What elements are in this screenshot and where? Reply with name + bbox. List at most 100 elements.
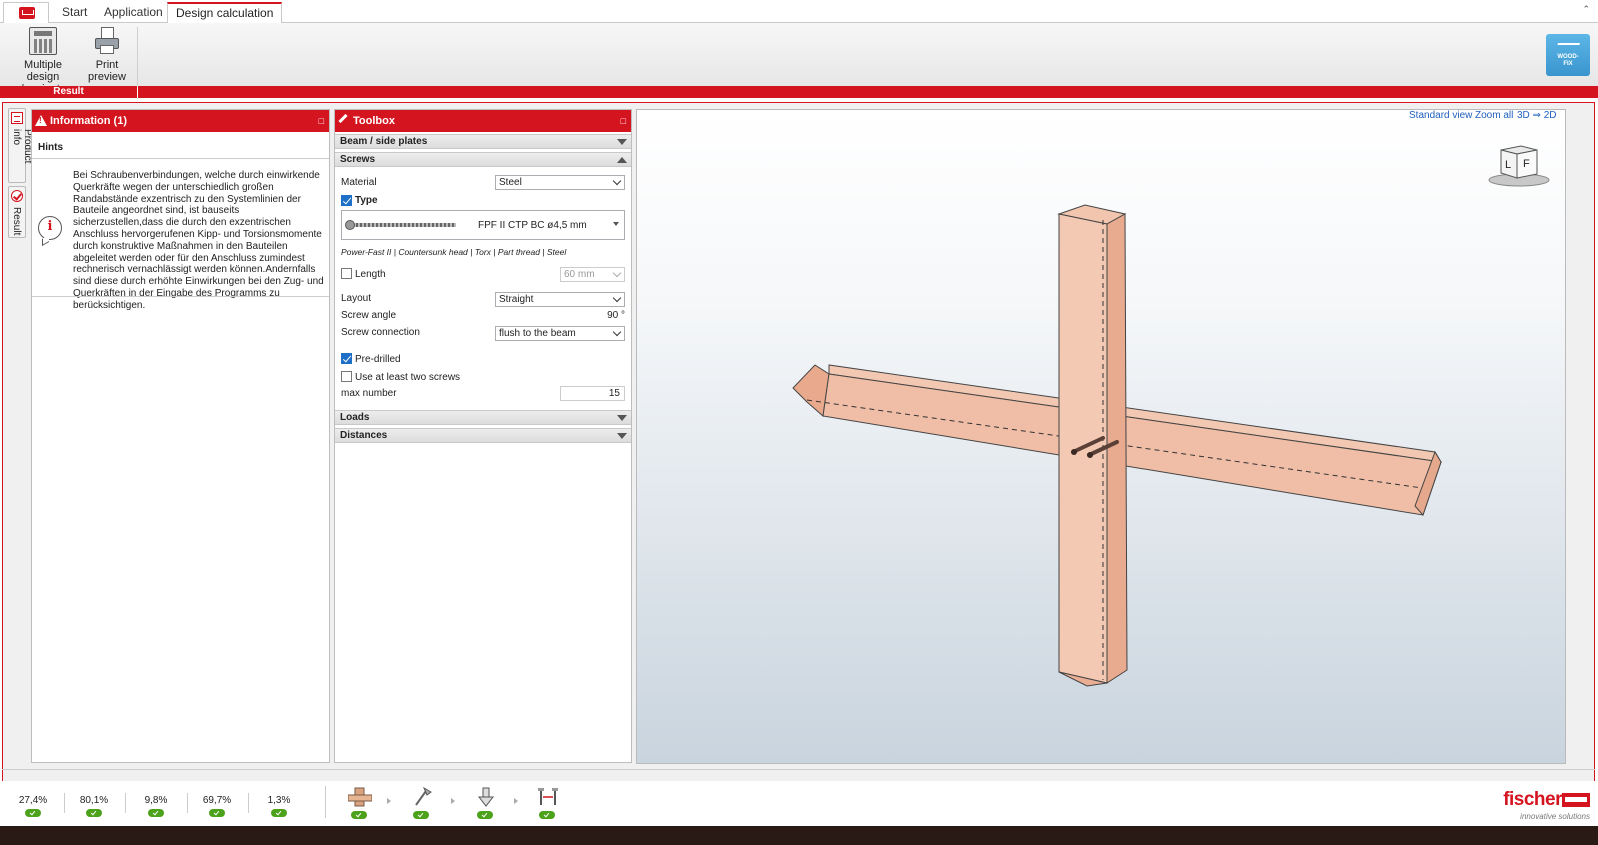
ok-check-icon: [25, 809, 41, 817]
app-menu-icon: [19, 7, 35, 19]
collapse-ribbon-icon[interactable]: ⌃: [1582, 4, 1590, 15]
tab-bar: Start Application Design calculation ⌃: [0, 0, 1598, 24]
screw-type-select[interactable]: FPF II CTP BC ø4,5 mm: [341, 210, 625, 240]
pencil-icon: [338, 113, 348, 124]
utilization-1-value: 27,4%: [18, 795, 48, 806]
utilization-4-value: 69,7%: [202, 795, 232, 806]
pin-icon[interactable]: □: [621, 110, 626, 132]
length-checkbox[interactable]: [341, 268, 352, 279]
type-checkbox[interactable]: [341, 195, 352, 206]
expand-icon: [617, 433, 627, 439]
document-icon: [11, 112, 23, 124]
status-divider: [125, 793, 126, 813]
ok-check-icon: [148, 809, 164, 817]
side-tab-product-info-label: Product info: [11, 129, 33, 164]
status-divider: [248, 793, 249, 813]
section-screws[interactable]: Screws: [335, 152, 631, 167]
side-tab-product-info[interactable]: Product info: [8, 108, 33, 183]
section-distances[interactable]: Distances: [335, 428, 631, 443]
chevron-down-icon: [612, 268, 622, 278]
utilization-3-value: 9,8%: [144, 795, 168, 806]
screw-connection-select[interactable]: flush to the beam: [495, 326, 625, 341]
step-loads[interactable]: [470, 787, 500, 821]
utilization-5[interactable]: 1,3%: [254, 795, 304, 817]
brand-badge-icon: [1562, 793, 1590, 807]
ribbon-group-separator: [137, 86, 138, 98]
length-select[interactable]: 60 mm: [560, 267, 625, 282]
timber-joint-model: [792, 204, 1442, 687]
side-tab-result[interactable]: Result: [8, 186, 26, 238]
caret-down-icon: [613, 222, 619, 226]
tab-start[interactable]: Start: [54, 3, 95, 23]
utilization-4[interactable]: 69,7%: [192, 795, 242, 817]
distances-icon: [538, 788, 558, 805]
tab-design-calculation[interactable]: Design calculation: [167, 2, 283, 24]
step-timber[interactable]: [344, 787, 374, 821]
screw-head-2: [1087, 452, 1093, 458]
section-loads[interactable]: Loads: [335, 410, 631, 425]
ribbon-group-bar: Result: [0, 86, 1598, 98]
utilization-1[interactable]: 27,4%: [8, 795, 58, 817]
brand-tagline: innovative solutions: [1520, 812, 1590, 821]
length-value: 60 mm: [564, 269, 595, 280]
utilization-2[interactable]: 80,1%: [69, 795, 119, 817]
two-screws-checkbox[interactable]: [341, 371, 352, 382]
screw-step-icon: [415, 787, 432, 806]
material-select[interactable]: Steel: [495, 175, 625, 190]
woodfix-label-1: WOOD-: [1557, 54, 1579, 60]
ok-check-icon: [209, 809, 225, 817]
app-menu-button[interactable]: [3, 2, 49, 23]
check-circle-icon: [11, 190, 23, 202]
side-tab-result-label: Result: [11, 207, 22, 236]
layout-value: Straight: [499, 294, 534, 305]
max-number-input[interactable]: 15: [560, 386, 625, 401]
layout-label: Layout: [341, 293, 372, 304]
toolbox-panel: Toolbox □ Beam / side plates Screws Mate…: [334, 109, 632, 763]
chevron-down-icon: [612, 293, 622, 303]
type-label: Type: [355, 195, 378, 206]
step-arrow-icon: [387, 798, 391, 804]
screw-connection-value: flush to the beam: [499, 328, 576, 339]
chevron-down-icon: [612, 327, 622, 337]
hints-title: Hints: [38, 142, 63, 153]
information-panel-header: Information (1) □: [32, 110, 329, 132]
material-label: Material: [341, 177, 377, 188]
expand-icon: [617, 139, 627, 145]
predrilled-label: Pre-drilled: [355, 354, 401, 365]
timber-icon: [348, 787, 372, 807]
post-side-face: [1106, 213, 1128, 684]
length-label: Length: [355, 269, 386, 280]
tab-application[interactable]: Application: [96, 3, 171, 23]
step-screw[interactable]: [406, 787, 436, 821]
print-preview-button[interactable]: Print preview: [86, 27, 128, 83]
step-distances[interactable]: [532, 787, 562, 821]
two-screws-label: Use at least two screws: [355, 372, 461, 383]
screw-angle-value: 90 °: [607, 310, 625, 321]
toolbox-title: Toolbox: [353, 115, 395, 127]
section-distances-label: Distances: [340, 430, 388, 441]
screw-type-value: FPF II CTP BC ø4,5 mm: [478, 220, 587, 231]
ok-check-icon: [413, 811, 429, 819]
woodfix-arrow-icon: [1555, 43, 1581, 49]
multiple-design-button[interactable]: Multiple design / variants: [8, 27, 78, 95]
layout-select[interactable]: Straight: [495, 292, 625, 307]
ok-check-icon: [539, 811, 555, 819]
print-preview-label-1: Print: [95, 59, 119, 71]
predrilled-checkbox[interactable]: [341, 353, 352, 364]
hint-text: Bei Schraubenverbindungen, welche durch …: [73, 170, 324, 311]
load-arrow-icon: [477, 787, 495, 807]
status-divider: [64, 793, 65, 813]
bottom-strip: [2, 769, 1595, 779]
information-title: Information (1): [50, 115, 127, 127]
utilization-5-value: 1,3%: [267, 795, 291, 806]
step-arrow-icon: [514, 798, 518, 804]
woodfix-button[interactable]: WOOD- FIX: [1546, 34, 1590, 76]
info-icon: i: [38, 216, 62, 240]
utilization-3[interactable]: 9,8%: [131, 795, 181, 817]
3d-viewport[interactable]: Standard view Zoom all 3D ⇒ 2D L F: [636, 109, 1566, 764]
brand-logo-text: fischer: [1503, 789, 1562, 810]
ribbon: Multiple design / variants Print preview: [0, 23, 1598, 99]
section-beam-side-plates[interactable]: Beam / side plates: [335, 134, 631, 149]
pin-icon[interactable]: □: [319, 110, 324, 132]
ok-check-icon: [271, 809, 287, 817]
